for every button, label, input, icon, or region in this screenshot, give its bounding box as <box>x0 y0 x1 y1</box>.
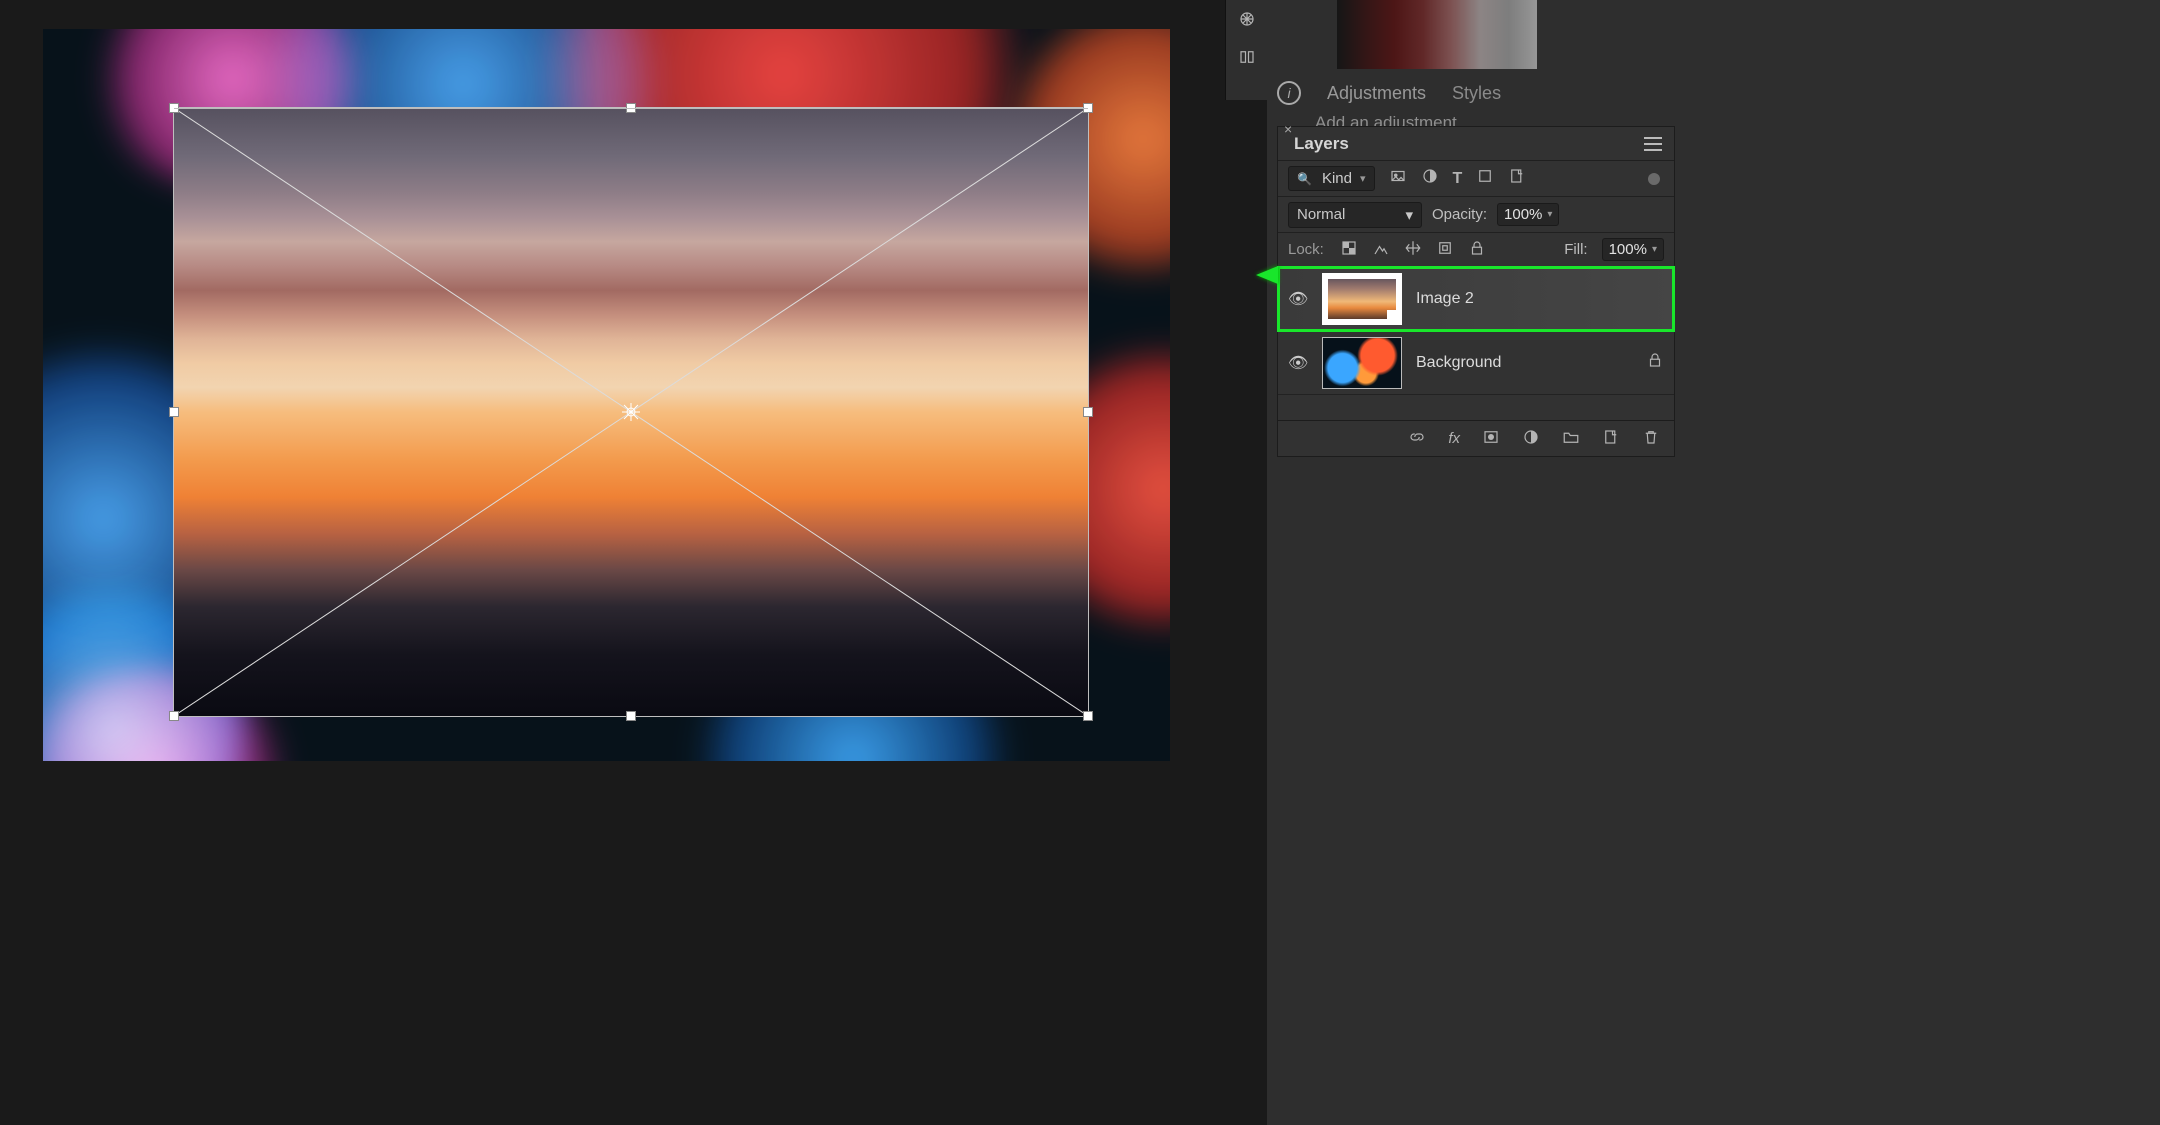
lock-image-icon[interactable] <box>1372 239 1390 261</box>
layer-list: 👁 Image 2 👁 Background <box>1278 267 1674 395</box>
lock-transparent-icon[interactable] <box>1340 239 1358 261</box>
filter-toggle-dot[interactable] <box>1648 173 1660 185</box>
visibility-toggle-icon[interactable]: 👁 <box>1288 289 1308 309</box>
link-layers-icon[interactable] <box>1408 428 1426 450</box>
transform-handle-sw[interactable] <box>169 711 179 721</box>
panel-close-icon[interactable]: × <box>1284 121 1292 137</box>
adjustments-tab[interactable]: Adjustments <box>1327 83 1426 104</box>
filter-adjust-icon[interactable] <box>1421 167 1439 190</box>
transform-handle-s[interactable] <box>626 711 636 721</box>
add-mask-icon[interactable] <box>1482 428 1500 450</box>
filter-type-icon[interactable]: T <box>1453 170 1463 188</box>
fill-input[interactable]: 100%▾ <box>1602 238 1664 261</box>
delete-layer-icon[interactable] <box>1642 428 1660 450</box>
color-gradient-preview <box>1337 0 1537 69</box>
transform-handle-se[interactable] <box>1083 711 1093 721</box>
layer-row-image2[interactable]: 👁 Image 2 <box>1278 267 1674 331</box>
filter-pixel-icon[interactable] <box>1389 167 1407 190</box>
opacity-input[interactable]: 100%▾ <box>1497 203 1559 226</box>
layer-thumbnail[interactable] <box>1322 337 1402 389</box>
new-group-icon[interactable] <box>1562 428 1580 450</box>
placed-image-transform-box[interactable] <box>174 108 1088 716</box>
lock-position-icon[interactable] <box>1404 239 1422 261</box>
swatches-icon[interactable] <box>1226 38 1268 76</box>
layer-lock-icon[interactable] <box>1646 351 1664 374</box>
layer-kind-filter[interactable]: Kind ▾ <box>1288 166 1375 191</box>
annotation-arrow-icon <box>1256 266 1278 284</box>
layer-fx-icon[interactable]: fx <box>1448 430 1460 447</box>
layer-row-background[interactable]: 👁 Background <box>1278 331 1674 395</box>
info-icon[interactable]: i <box>1277 81 1301 105</box>
layer-name-label: Image 2 <box>1416 290 1474 308</box>
document[interactable] <box>43 29 1170 761</box>
layer-thumbnail[interactable] <box>1322 273 1402 325</box>
right-toolstrip <box>1225 0 1267 100</box>
lock-artboard-icon[interactable] <box>1436 239 1454 261</box>
fill-value: 100% <box>1609 241 1647 258</box>
new-layer-icon[interactable] <box>1602 428 1620 450</box>
properties-tab-row: i Adjustments Styles <box>1267 73 2160 113</box>
lock-all-icon[interactable] <box>1468 239 1486 261</box>
layers-footer: fx <box>1278 420 1674 456</box>
layer-filter-row: Kind ▾ T <box>1278 161 1674 197</box>
fill-label: Fill: <box>1564 241 1587 258</box>
blend-mode-select[interactable]: Normal ▾ <box>1288 202 1422 228</box>
transform-center-reference[interactable] <box>622 403 640 421</box>
lock-label: Lock: <box>1288 241 1324 258</box>
lock-row: Lock: Fill: 100%▾ <box>1278 233 1674 267</box>
blend-mode-value: Normal <box>1297 206 1345 223</box>
blend-row: Normal ▾ Opacity: 100%▾ <box>1278 197 1674 233</box>
filter-shape-icon[interactable] <box>1476 167 1494 190</box>
transform-handle-nw[interactable] <box>169 103 179 113</box>
color-wheel-icon[interactable] <box>1226 0 1268 38</box>
panel-menu-icon[interactable] <box>1644 137 1662 151</box>
layer-name-label: Background <box>1416 354 1501 372</box>
transform-handle-n[interactable] <box>626 103 636 113</box>
opacity-value: 100% <box>1504 206 1542 223</box>
transform-handle-w[interactable] <box>169 407 179 417</box>
transform-handle-ne[interactable] <box>1083 103 1093 113</box>
layers-tab[interactable]: Layers <box>1294 134 1349 154</box>
opacity-label: Opacity: <box>1432 206 1487 223</box>
layer-kind-label: Kind <box>1322 170 1352 187</box>
right-panel-column: i Adjustments Styles Add an adjustment ×… <box>1267 0 2160 1125</box>
layers-panel: × Layers Kind ▾ T Normal ▾ Opacity: <box>1277 126 1675 457</box>
filter-smart-icon[interactable] <box>1508 167 1526 190</box>
visibility-toggle-icon[interactable]: 👁 <box>1288 353 1308 373</box>
canvas-area[interactable] <box>0 0 1220 1125</box>
styles-tab[interactable]: Styles <box>1452 83 1501 104</box>
transform-handle-e[interactable] <box>1083 407 1093 417</box>
new-adjustment-icon[interactable] <box>1522 428 1540 450</box>
